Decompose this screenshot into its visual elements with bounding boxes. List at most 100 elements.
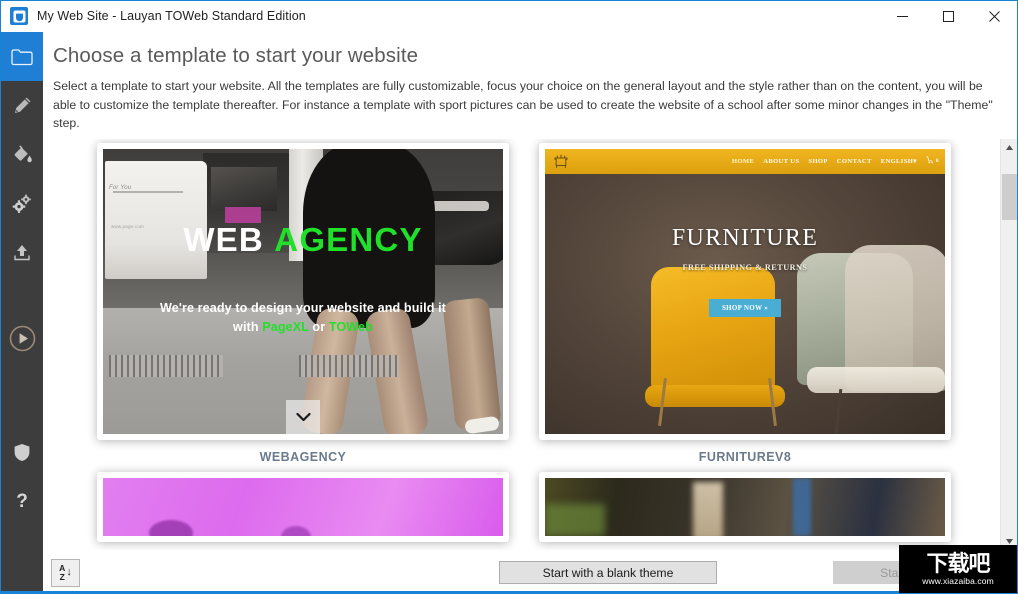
template-card-partial-pink[interactable] <box>97 471 509 542</box>
nav-item-shop[interactable]: SHOP <box>808 158 827 165</box>
template-card-partial-dark[interactable] <box>539 471 951 542</box>
page-description: Select a template to start your website.… <box>53 79 993 131</box>
question-mark-icon: ? <box>16 491 28 512</box>
tagline-line1: We're ready to design your website and b… <box>160 300 446 315</box>
sidebar-item-preview[interactable] <box>1 310 43 366</box>
preview-hero-tagline: We're ready to design your website and b… <box>119 299 487 337</box>
pencil-icon <box>12 96 32 116</box>
language-label: ENGLISH <box>880 158 914 166</box>
scrollbar-track[interactable] <box>1001 156 1018 533</box>
minimize-icon[interactable] <box>879 1 925 32</box>
preview-chair-yellow <box>645 266 785 407</box>
furniture-crest-icon <box>552 153 570 170</box>
window-bottom-edge <box>1 591 1017 593</box>
preview-bike-highlight <box>431 200 489 211</box>
preview-truck-text: For You <box>109 184 132 191</box>
site-watermark: 下载吧 www.xiazaiba.com <box>899 545 1017 593</box>
preview-hero-title: WEB AGENCY <box>103 221 503 259</box>
upload-icon <box>12 243 32 263</box>
template-label: FURNITUREV8 <box>698 449 792 464</box>
maximize-icon[interactable] <box>925 1 971 32</box>
nav-item-home[interactable]: HOME <box>732 158 754 165</box>
start-blank-theme-button[interactable]: Start with a blank theme <box>499 561 717 584</box>
sidebar-item-security[interactable] <box>1 428 43 477</box>
template-grid: For You www.page.com WEB AGENCY We're re… <box>43 139 1000 550</box>
preview-hero-title: FURNITURE <box>671 224 819 251</box>
nav-item-about[interactable]: ABOUT US <box>763 158 799 165</box>
title-bar: My Web Site - Lauyan TOWeb Standard Edit… <box>1 1 1017 32</box>
template-thumbnail-frame[interactable] <box>97 471 509 542</box>
preview-store-window <box>211 166 277 211</box>
window-title: My Web Site - Lauyan TOWeb Standard Edit… <box>37 9 306 23</box>
template-preview-furniturev8: HOME ABOUT US SHOP CONTACT ENGLISH▾ 0 FU… <box>545 148 945 434</box>
preview-shop-now-button[interactable]: SHOP NOW » <box>708 298 782 317</box>
sort-letters: A Z <box>59 564 65 581</box>
preview-green-patch <box>545 503 605 536</box>
template-scroll-viewport: For You www.page.com WEB AGENCY We're re… <box>43 139 1000 550</box>
page-header: Choose a template to start your website … <box>43 32 1017 133</box>
template-card-webagency[interactable]: For You www.page.com WEB AGENCY We're re… <box>97 142 509 464</box>
close-icon[interactable] <box>971 1 1017 32</box>
paint-bucket-icon <box>12 145 33 165</box>
footer-toolbar: A Z ↓ Start with a blank theme Start 下载吧… <box>43 545 1017 593</box>
toweb-logo-icon <box>10 7 28 25</box>
scrollbar-thumb[interactable] <box>1001 173 1017 220</box>
tagline-link-pagexl: PageXL <box>262 319 309 334</box>
hero-title-part2: AGENCY <box>274 220 423 258</box>
cart-group[interactable]: 0 <box>926 156 939 166</box>
template-thumbnail-frame[interactable]: For You www.page.com WEB AGENCY We're re… <box>97 142 509 440</box>
preview-grate-right <box>299 354 399 377</box>
shopping-cart-icon <box>926 156 934 166</box>
sort-icon: A Z ↓ <box>59 564 72 581</box>
nav-item-language[interactable]: ENGLISH▾ <box>881 157 917 165</box>
play-circle-icon <box>9 325 36 352</box>
hero-title-part1: WEB <box>183 220 264 258</box>
preview-truck <box>105 160 207 279</box>
main-sidebar: ? <box>1 32 43 593</box>
preview-grate-left <box>109 354 223 377</box>
page-title: Choose a template to start your website <box>53 44 419 67</box>
folder-icon <box>11 48 33 66</box>
preview-blob-1 <box>149 519 193 536</box>
template-thumbnail-frame[interactable]: HOME ABOUT US SHOP CONTACT ENGLISH▾ 0 FU… <box>539 142 951 440</box>
scroll-up-arrow-icon[interactable] <box>1000 138 1017 156</box>
tagline-mid: or <box>308 319 329 334</box>
sidebar-item-settings[interactable] <box>1 179 43 228</box>
window-controls <box>879 1 1017 32</box>
preview-seat-white <box>807 366 945 393</box>
sort-arrow-down-icon: ↓ <box>66 566 72 578</box>
content-area: Choose a template to start your website … <box>43 32 1018 593</box>
shield-icon <box>13 443 31 462</box>
template-gallery: For You www.page.com WEB AGENCY We're re… <box>43 138 1018 550</box>
template-preview-partial-dark <box>545 477 945 536</box>
gears-icon <box>11 194 33 214</box>
preview-background <box>545 477 945 536</box>
cart-badge: 0 <box>935 158 939 165</box>
sidebar-item-theme[interactable] <box>1 130 43 179</box>
nav-item-contact[interactable]: CONTACT <box>837 158 872 165</box>
preview-blob-2 <box>281 525 311 536</box>
preview-background <box>103 477 503 536</box>
preview-nav-menu: HOME ABOUT US SHOP CONTACT ENGLISH▾ 0 <box>732 156 939 166</box>
sort-alphabetical-button[interactable]: A Z ↓ <box>51 558 80 587</box>
sidebar-item-edit[interactable] <box>1 81 43 130</box>
watermark-text: 下载吧 <box>926 551 990 577</box>
application-window: My Web Site - Lauyan TOWeb Standard Edit… <box>0 0 1018 594</box>
template-card-furniturev8[interactable]: HOME ABOUT US SHOP CONTACT ENGLISH▾ 0 FU… <box>539 142 951 464</box>
preview-hero-subtitle: FREE SHIPPING & RETURNS <box>682 262 808 272</box>
vertical-scrollbar[interactable] <box>1000 138 1018 550</box>
chevron-down-icon <box>286 399 320 434</box>
preview-navbar: HOME ABOUT US SHOP CONTACT ENGLISH▾ 0 <box>545 148 945 174</box>
window-body: ? Choose a template to start your websit… <box>1 32 1018 593</box>
preview-highlight <box>693 481 723 536</box>
caret-down-icon: ▾ <box>913 158 917 166</box>
template-label: WEBAGENCY <box>259 449 347 464</box>
sidebar-item-publish[interactable] <box>1 228 43 277</box>
template-thumbnail-frame[interactable] <box>539 471 951 542</box>
template-preview-partial-pink <box>103 477 503 536</box>
watermark-url: www.xiazaiba.com <box>922 575 994 586</box>
sidebar-item-help[interactable]: ? <box>1 477 43 526</box>
sidebar-item-site[interactable] <box>1 32 43 81</box>
tagline-link-toweb: TOWeb <box>328 319 373 334</box>
tagline-prefix: with <box>233 319 263 334</box>
